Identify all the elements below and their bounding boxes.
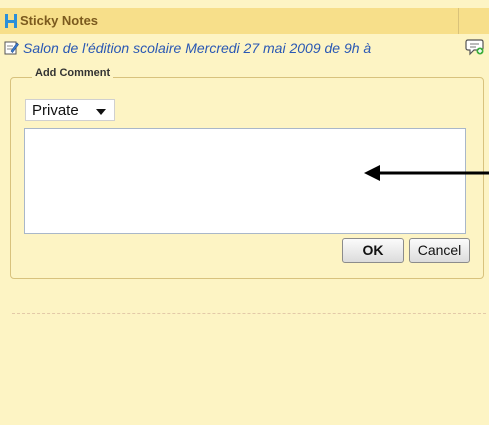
panel-header: Sticky Notes [0, 8, 489, 34]
visibility-select-value: Private [32, 102, 79, 119]
arrow-left-icon [364, 165, 489, 181]
dashed-divider [12, 313, 486, 314]
add-comment-legend: Add Comment [32, 67, 114, 79]
cancel-button[interactable]: Cancel [409, 238, 470, 263]
sticky-notes-panel: Sticky Notes Salon de l'édition scolaire… [0, 0, 489, 425]
grid-logo-icon [5, 14, 17, 28]
visibility-select[interactable]: Private [25, 99, 115, 121]
chevron-down-icon [96, 109, 106, 115]
note-title-link[interactable]: Salon de l'édition scolaire Mercredi 27 … [23, 40, 453, 56]
edit-note-icon[interactable] [4, 40, 19, 55]
header-divider [458, 8, 459, 34]
add-comment-icon[interactable] [465, 38, 485, 56]
ok-button[interactable]: OK [342, 238, 404, 263]
note-row: Salon de l'édition scolaire Mercredi 27 … [0, 38, 489, 58]
panel-title: Sticky Notes [20, 13, 99, 28]
